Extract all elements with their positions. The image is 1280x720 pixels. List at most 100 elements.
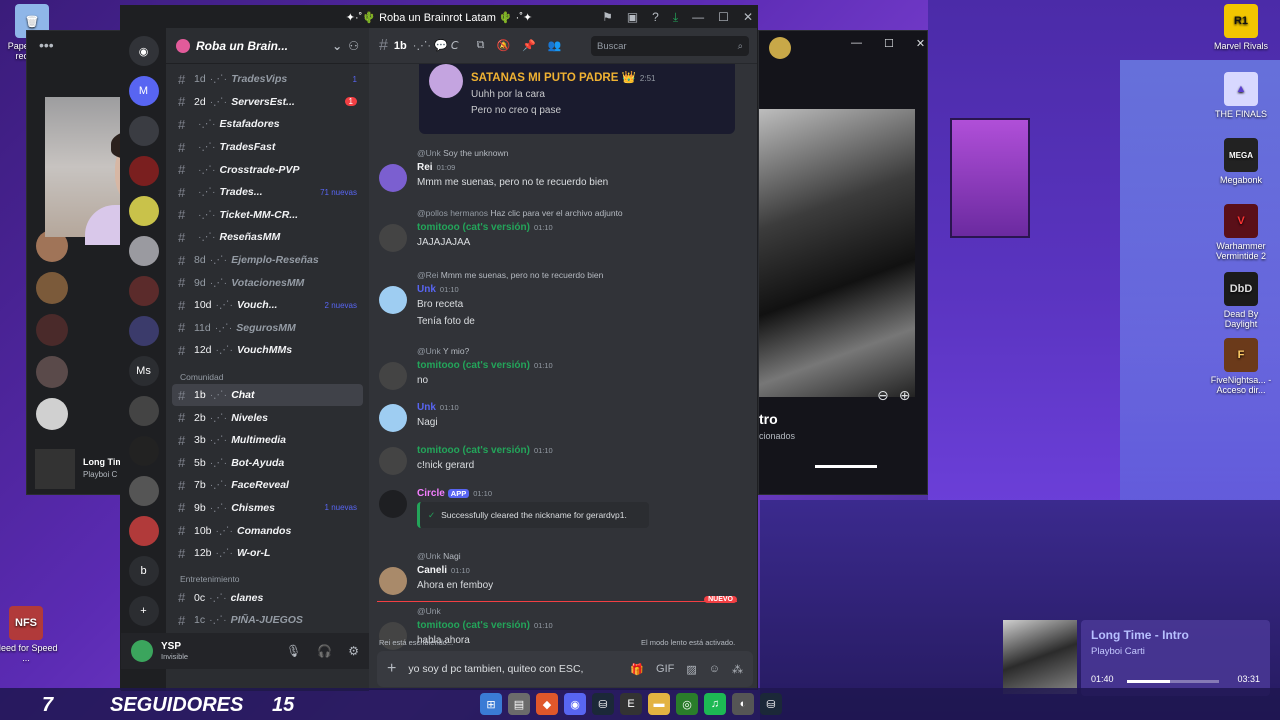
message-author[interactable]: Rei — [417, 162, 433, 173]
message-author[interactable]: tomitooo (cat's versión) — [417, 222, 530, 233]
server-header[interactable]: Roba un Brain... ⌄ ⚇ — [166, 28, 369, 64]
reply-preview[interactable]: @Rei Mmm me suenas, pero no te recuerdo … — [417, 270, 603, 280]
headphones-icon[interactable]: 🎧 — [317, 644, 332, 658]
desktop-icon-dbd[interactable]: DbD Dead By Daylight — [1209, 272, 1273, 329]
user-avatar[interactable] — [131, 640, 153, 662]
reply-preview[interactable]: @pollos hermanos Haz clic para ver el ar… — [417, 208, 623, 218]
sticker-icon[interactable]: ▨ — [686, 663, 696, 676]
message-author[interactable]: tomitooo (cat's versión) — [417, 360, 530, 371]
avatar[interactable] — [379, 362, 407, 390]
settings-icon[interactable]: ⚙ — [348, 644, 359, 658]
channel-item[interactable]: #1b ·⋰· Chat — [172, 383, 363, 407]
epic-games-icon[interactable]: E — [620, 693, 642, 715]
avatar[interactable] — [379, 490, 407, 518]
channel-item[interactable]: # ·⋰· ReseñasMM — [172, 226, 363, 249]
channel-item[interactable]: # ·⋰· Trades... 71 nuevas — [172, 181, 363, 204]
help-icon[interactable]: ? — [652, 10, 659, 24]
avatar[interactable] — [379, 447, 407, 475]
avatar[interactable] — [36, 314, 68, 346]
emoji-icon[interactable]: ☺ — [709, 663, 720, 676]
maximize-icon[interactable]: ☐ — [718, 10, 729, 24]
gif-icon[interactable]: GIF — [656, 663, 674, 676]
xbox-icon[interactable]: ◎ — [676, 693, 698, 715]
apps-icon[interactable]: ⁂ — [732, 663, 743, 676]
channel-item[interactable]: #7b ·⋰· FaceReveal — [172, 474, 363, 497]
volume-slider[interactable] — [815, 465, 877, 468]
message-author[interactable]: Unk — [417, 284, 436, 295]
desktop-icon-the-finals[interactable]: ▲ THE FINALS — [1209, 72, 1273, 119]
avatar[interactable] — [429, 64, 463, 98]
desktop-icon-megabonk[interactable]: MEGA Megabonk — [1209, 138, 1273, 185]
message-author[interactable]: Caneli — [417, 565, 447, 576]
channel-item[interactable]: #1c ·⋰· PIÑA-JUEGOS — [172, 609, 363, 632]
channel-item[interactable]: #0c ·⋰· clanes — [172, 586, 363, 609]
channel-item[interactable]: #3b ·⋰· Multimedia — [172, 429, 363, 452]
avatar[interactable] — [379, 224, 407, 252]
steam-icon[interactable]: ⛁ — [592, 693, 614, 715]
message-author[interactable]: Circle — [417, 488, 445, 499]
channel-category[interactable]: Entretenimiento — [172, 564, 363, 586]
steam-icon[interactable]: ⛁ — [760, 693, 782, 715]
channel-category[interactable]: Comunidad — [172, 362, 363, 384]
desktop-icon-warhammer[interactable]: V Warhammer Vermintide 2 — [1209, 204, 1273, 261]
desktop-icon-marvel-rivals[interactable]: R1 Marvel Rivals — [1209, 4, 1273, 51]
channel-item[interactable]: #11d ·⋰· SegurosMM — [172, 317, 363, 340]
window-icon[interactable]: ▣ — [627, 10, 638, 24]
server-icon[interactable] — [128, 116, 159, 146]
channel-item[interactable]: # ·⋰· TradesFast — [172, 136, 363, 159]
brave-icon[interactable]: ◆ — [536, 693, 558, 715]
avatar[interactable] — [379, 286, 407, 314]
avatar[interactable] — [379, 567, 407, 595]
maximize-icon[interactable]: ☐ — [884, 37, 894, 50]
channel-item[interactable]: #9b ·⋰· Chismes 1 nuevas — [172, 497, 363, 520]
message-author[interactable]: Unk — [417, 402, 436, 413]
avatar[interactable] — [36, 272, 68, 304]
reply-preview[interactable]: @Unk — [417, 606, 441, 616]
ubisoft-icon[interactable]: ◐ — [732, 693, 754, 715]
minimize-icon[interactable]: — — [851, 37, 862, 50]
avatar[interactable] — [36, 398, 68, 430]
message-author[interactable]: tomitooo (cat's versión) — [417, 445, 530, 456]
spotify-widget[interactable]: Long Time - Intro Playboi Carti 01:40 03… — [1003, 620, 1270, 696]
avatar[interactable] — [36, 356, 68, 388]
minimize-icon[interactable]: — — [692, 10, 704, 24]
zoom-out-icon[interactable]: ⊖ — [877, 387, 889, 404]
server-icon[interactable] — [128, 436, 159, 466]
server-icon[interactable]: M — [128, 76, 159, 106]
add-member-icon[interactable]: ⚇ — [348, 39, 359, 53]
channel-item[interactable]: #12d ·⋰· VouchMMs — [172, 339, 363, 362]
inbox-icon[interactable]: ⚑ — [602, 10, 613, 24]
reply-preview[interactable]: @Unk Nagi — [417, 551, 461, 561]
close-icon[interactable]: ✕ — [743, 10, 753, 24]
background-window-music[interactable]: — ☐ ✕ tro cionados ⊖ ⊕ — [758, 30, 928, 495]
server-icon[interactable] — [128, 196, 159, 226]
server-icon[interactable] — [128, 236, 159, 266]
attach-plus-icon[interactable]: + — [387, 660, 396, 678]
channel-item[interactable]: #10b ·⋰· Comandos — [172, 519, 363, 542]
channel-item[interactable]: # ·⋰· Crosstrade-PVP — [172, 158, 363, 181]
channel-item[interactable]: #5b ·⋰· Bot-Ayuda — [172, 452, 363, 475]
download-icon[interactable]: ⤓ — [673, 10, 678, 25]
gift-icon[interactable]: 🎁 — [630, 663, 644, 676]
message-author[interactable]: SATANAS MI PUTO PADRE 👑 — [471, 72, 636, 84]
more-icon[interactable]: ••• — [39, 37, 54, 53]
spotify-icon[interactable]: ♫ — [704, 693, 726, 715]
channel-item[interactable]: # ·⋰· Ticket-MM-CR... — [172, 204, 363, 227]
reply-preview[interactable]: @Unk Y mio? — [417, 346, 469, 356]
server-icon[interactable]: + — [128, 596, 159, 626]
windows-icon[interactable]: ⊞ — [480, 693, 502, 715]
search-input[interactable]: Buscar ⌕ — [591, 36, 749, 56]
channel-item[interactable]: #12b ·⋰· W-or-L — [172, 542, 363, 565]
server-icon[interactable] — [128, 276, 159, 306]
close-icon[interactable]: ✕ — [916, 37, 925, 50]
members-icon[interactable]: 👥 — [548, 39, 562, 52]
file-explorer-icon[interactable]: ▤ — [508, 693, 530, 715]
server-icon[interactable] — [128, 476, 159, 506]
avatar[interactable] — [379, 404, 407, 432]
composer-text[interactable]: yo soy d pc tambien, quiteo con ESC, — [408, 663, 583, 675]
desktop-icon-fnaf[interactable]: F FiveNightsa... - Acceso dir... — [1209, 338, 1273, 395]
channel-item[interactable]: #8d ·⋰· Ejemplo-Reseñas — [172, 249, 363, 272]
microphone-icon[interactable]: 🎙 — [286, 644, 301, 658]
threads-icon[interactable]: ⧉ — [477, 39, 485, 52]
channel-item[interactable]: #9d ·⋰· VotacionesMM — [172, 271, 363, 294]
